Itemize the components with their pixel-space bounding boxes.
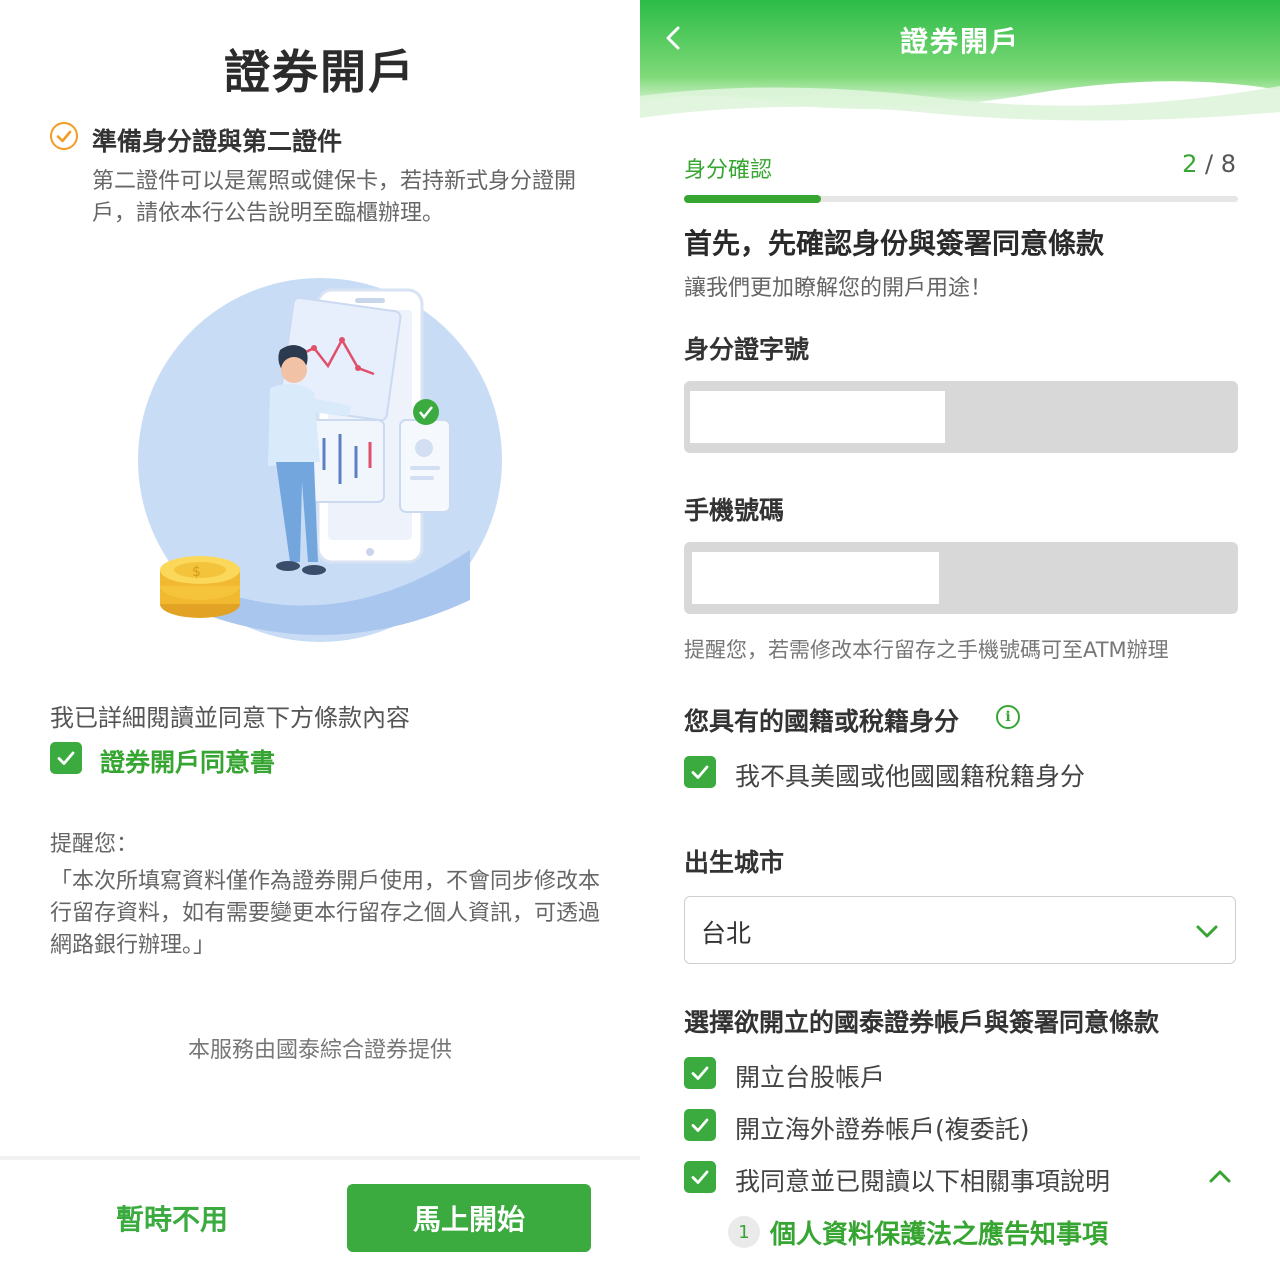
checkmark-circle-icon (50, 122, 78, 150)
step-total: 8 (1220, 150, 1236, 178)
nationality-checkbox[interactable] (684, 756, 716, 788)
checkmark-icon (691, 1170, 709, 1184)
start-now-button[interactable]: 馬上開始 (347, 1184, 591, 1252)
bottom-divider (0, 1156, 640, 1160)
overseas-account-checkbox[interactable] (684, 1109, 716, 1141)
account-option: 我同意並已閱讀以下相關事項說明 (735, 1167, 1111, 1196)
section-heading: 首先，先確認身份與簽署同意條款 (684, 227, 1105, 260)
agreement-checkbox[interactable] (50, 742, 82, 774)
phone-field (684, 542, 1238, 614)
header-wave-background (640, 0, 1280, 125)
checkmark-icon (57, 751, 75, 765)
id-number-label: 身分證字號 (684, 335, 810, 364)
account-option: 開立海外證券帳戶(複委託) (735, 1115, 1030, 1144)
nationality-option: 我不具美國或他國國籍稅籍身分 (735, 762, 1086, 791)
phone-label: 手機號碼 (684, 496, 785, 525)
prepare-title: 準備身分證與第二證件 (92, 127, 343, 156)
notice-link[interactable]: 個人資料保護法之應告知事項 (770, 1214, 1108, 1251)
header-bar (640, 0, 1280, 125)
step-counter: 2 / 8 (1182, 150, 1236, 178)
identity-verification-screen: 證券開戶 身分確認 2 / 8 首先，先確認身份與簽署同意條款 讓我們更加瞭解您… (640, 0, 1280, 1280)
step-label: 身分確認 (684, 158, 773, 183)
page-title: 證券開戶 (224, 45, 416, 99)
chevron-down-icon (1196, 925, 1218, 938)
header-title: 證券開戶 (899, 25, 1020, 58)
info-icon[interactable]: i (996, 705, 1020, 729)
id-number-field (684, 381, 1238, 453)
checkmark-icon (691, 1118, 709, 1132)
phone-input[interactable] (692, 552, 939, 604)
step-separator: / (1204, 150, 1214, 178)
account-option: 開立台股帳戶 (735, 1063, 886, 1092)
section-subheading: 讓我們更加瞭解您的開戶用途！ (684, 276, 993, 301)
agreement-intro: 我已詳細閱讀並同意下方條款內容 (50, 704, 410, 732)
phone-hint: 提醒您，若需修改本行留存之手機號碼可至ATM辦理 (684, 638, 1169, 662)
id-number-input[interactable] (690, 391, 945, 443)
provider-note: 本服務由國泰綜合證券提供 (187, 1038, 452, 1063)
progress-fill (684, 195, 821, 203)
birth-city-value: 台北 (701, 919, 752, 948)
svg-text:$: $ (192, 564, 201, 580)
reminder-text: 「本次所填寫資料僅作為證券開戶使用，不會同步修改本行留存資料，如有需要變更本行留… (50, 869, 601, 958)
checkmark-icon (691, 1066, 709, 1080)
not-now-button[interactable]: 暫時不用 (60, 1186, 284, 1250)
reminder-label: 提醒您： (50, 832, 139, 857)
nationality-label: 您具有的國籍或稅籍身分 (684, 707, 960, 736)
accounts-label: 選擇欲開立的國泰證券帳戶與簽署同意條款 (684, 1008, 1160, 1037)
birth-city-label: 出生城市 (684, 848, 785, 877)
step-current: 2 (1182, 150, 1198, 178)
stock-trading-illustration: $ (130, 270, 510, 650)
chevron-up-icon[interactable] (1206, 1164, 1234, 1188)
consent-checkbox[interactable] (684, 1161, 716, 1193)
prepare-description: 第二證件可以是駕照或健保卡，若持新式身分證開戶，請依本行公告說明至臨櫃辦理。 (92, 169, 577, 226)
agreement-document-link[interactable]: 證券開戶同意書 (100, 743, 275, 779)
taiwan-stock-account-checkbox[interactable] (684, 1057, 716, 1089)
notice-number-badge: 1 (728, 1216, 760, 1248)
account-intro-screen: 證券開戶 準備身分證與第二證件 第二證件可以是駕照或健保卡，若持新式身分證開戶，… (0, 0, 640, 1280)
birth-city-select[interactable]: 台北 (684, 896, 1236, 964)
checkmark-icon (691, 765, 709, 779)
